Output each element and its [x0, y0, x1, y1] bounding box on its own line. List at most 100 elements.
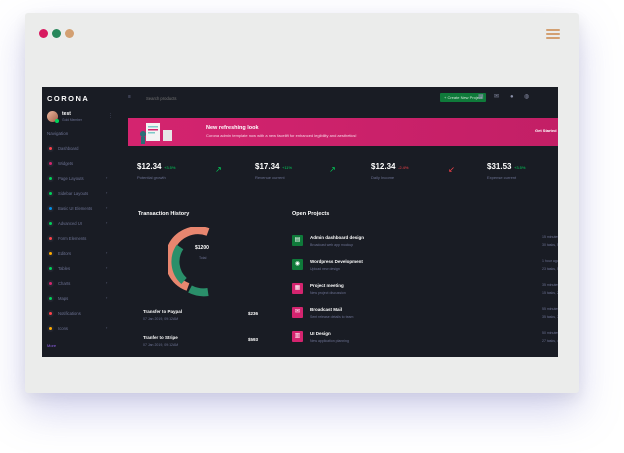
- transaction-date: 07 Jan 2019, 09:12AM: [143, 317, 179, 321]
- stat-value: $31.53: [487, 162, 512, 171]
- window-minimize-dot[interactable]: [52, 29, 61, 38]
- sidebar-item-charts[interactable]: Charts ›: [45, 278, 111, 288]
- project-tasks: 15 tasks, 2 issues: [542, 291, 558, 295]
- sidebar-item-label: Icons: [58, 325, 69, 331]
- sidebar-item-label: Dashboard: [58, 145, 79, 151]
- profile-role: Gold Member: [62, 118, 82, 122]
- transaction-title: Tranfer to Stripe: [143, 335, 178, 340]
- sidebar-item-form-elements[interactable]: Form Elements: [45, 233, 111, 243]
- sidebar-item-editors[interactable]: Editors ›: [45, 248, 111, 258]
- icons-icon: [47, 325, 54, 332]
- transaction-history-title: Transaction History: [138, 211, 190, 217]
- cog-icon: [47, 220, 54, 227]
- sidebar-item-label: Editors: [58, 250, 72, 256]
- sidebar-item-notifications[interactable]: Notifications: [45, 308, 111, 318]
- sidebar-item-label: Widgets: [58, 160, 74, 166]
- chart-icon: [47, 280, 54, 287]
- layout-icon: [47, 175, 54, 182]
- calendar-icon: ▦: [292, 283, 303, 294]
- sidebar: CORONA test Gold Member ⋮ Navigation Das…: [42, 87, 113, 357]
- list-item[interactable]: ▦ Project meeting New project discussion: [292, 283, 412, 301]
- project-title: Broadcast Mail: [310, 307, 343, 312]
- sidebar-item-sidebar-layouts[interactable]: Sidebar Layouts ›: [45, 188, 111, 198]
- search-input[interactable]: [146, 94, 206, 102]
- window-close-dot[interactable]: [39, 29, 48, 38]
- eye-icon: ◉: [292, 259, 303, 270]
- user-icon[interactable]: ◍: [524, 94, 530, 100]
- stat-label: Daily Income: [371, 175, 395, 180]
- list-item: Tranfer to Stripe 07 Jan 2019, 09:12AM $59…: [143, 335, 263, 353]
- chevron-right-icon: ›: [106, 280, 108, 285]
- project-time: 15 minutes ago: [542, 235, 558, 239]
- sidebar-footer-label[interactable]: More: [47, 343, 56, 348]
- sidebar-item-dashboard[interactable]: Dashboard: [45, 143, 111, 153]
- project-time: 55 minutes ago: [542, 307, 558, 311]
- form-icon: [47, 235, 54, 242]
- banner-cta-button[interactable]: Get Started: [535, 128, 557, 133]
- project-sub: Upload new design: [310, 267, 340, 271]
- project-tasks: 35 tasks, 7 issues: [542, 315, 558, 319]
- stat-card: $31.53 +3.5% Expense current: [487, 162, 558, 184]
- project-tasks: 30 tasks, 5 issues: [542, 243, 558, 247]
- grid-icon[interactable]: ▦: [478, 94, 484, 100]
- file-icon: ▤: [292, 235, 303, 246]
- banner-title: New refreshing look: [206, 125, 259, 131]
- stat-change: +3.5%: [514, 165, 526, 170]
- sidebar-icon: [47, 190, 54, 197]
- chevron-right-icon: ›: [106, 250, 108, 255]
- bell-icon[interactable]: ●: [510, 94, 516, 100]
- list-item[interactable]: ◉ Wordpress Development Upload new design: [292, 259, 412, 277]
- window-maximize-dot[interactable]: [65, 29, 74, 38]
- profile[interactable]: test Gold Member ⋮: [47, 111, 113, 129]
- sidebar-item-page-layouts[interactable]: Page Layouts ›: [45, 173, 111, 183]
- mail-icon[interactable]: ✉: [494, 94, 500, 100]
- avatar[interactable]: [47, 111, 59, 123]
- sidebar-item-icons[interactable]: Icons ›: [45, 323, 111, 333]
- profile-menu-icon[interactable]: ⋮: [108, 113, 113, 119]
- table-icon: [47, 265, 54, 272]
- profile-name: test: [62, 111, 71, 117]
- project-title: Project meeting: [310, 283, 344, 288]
- donut-center-label: Total: [199, 256, 207, 260]
- brand-logo[interactable]: CORONA: [47, 94, 89, 103]
- arrow-up-right-icon: ↗: [215, 165, 222, 174]
- editor-icon: [47, 250, 54, 257]
- stat-card: $12.34 -2.4% Daily Income ↙: [371, 162, 455, 184]
- list-item[interactable]: ▤ Admin dashboard design Broadcast web app…: [292, 235, 412, 253]
- stat-label: Revenue current: [255, 175, 285, 180]
- stat-card: $17.34 +11% Revenue current ↗: [255, 162, 336, 184]
- sidebar-item-basic-ui-elements[interactable]: Basic UI Elements ›: [45, 203, 111, 213]
- stat-change: -2.4%: [398, 165, 409, 170]
- stat-value: $12.34: [137, 162, 162, 171]
- sidebar-item-advanced-ui[interactable]: Advanced UI ›: [45, 218, 111, 228]
- stat-change: +3.5%: [164, 165, 176, 170]
- donut-center-value: $1200: [195, 245, 209, 251]
- sidebar-item-label: Maps: [58, 295, 69, 301]
- project-tasks: 23 tasks, 5 issues: [542, 267, 558, 271]
- project-tasks: 27 tasks, 4 issues: [542, 339, 558, 343]
- project-title: Admin dashboard design: [310, 235, 365, 240]
- project-time: 50 minutes ago: [542, 331, 558, 335]
- promo-banner: New refreshing look Corona admin templat…: [128, 118, 558, 146]
- sidebar-item-label: Page Layouts: [58, 175, 84, 181]
- transaction-donut-chart: [168, 227, 210, 297]
- chart-icon: ▥: [292, 331, 303, 342]
- sidebar-item-maps[interactable]: Maps ›: [45, 293, 111, 303]
- project-title: Wordpress Development: [310, 259, 363, 264]
- transaction-date: 07 Jan 2019, 09:12AM: [143, 343, 179, 347]
- sidebar-item-label: Notifications: [58, 310, 81, 316]
- sidebar-item-tables[interactable]: Tables ›: [45, 263, 111, 273]
- menu-toggle-icon[interactable]: ≡: [128, 94, 131, 100]
- sidebar-item-label: Tables: [58, 265, 71, 271]
- transaction-amount: $593: [248, 337, 259, 342]
- arrow-up-right-icon: ↗: [329, 165, 336, 174]
- chevron-right-icon: ›: [106, 265, 108, 270]
- sidebar-item-widgets[interactable]: Widgets: [45, 158, 111, 168]
- list-item[interactable]: ▥ UI Design New application planning: [292, 331, 412, 349]
- browser-window: CORONA test Gold Member ⋮ Navigation Das…: [25, 13, 579, 393]
- list-item[interactable]: ✉ Broadcast Mail Sent release details to t…: [292, 307, 412, 325]
- project-time: 35 minutes ago: [542, 283, 558, 287]
- hamburger-menu-icon[interactable]: [546, 29, 560, 39]
- sidebar-item-label: Charts: [58, 280, 71, 286]
- stat-label: Expense current: [487, 175, 517, 180]
